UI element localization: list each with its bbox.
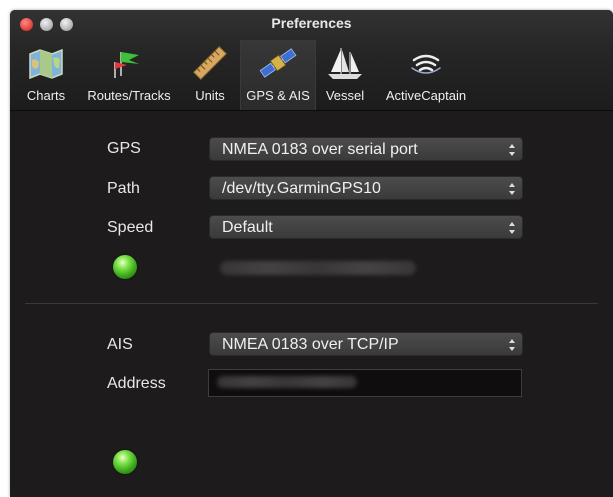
address-label: Address bbox=[107, 375, 166, 392]
gps-source-value: NMEA 0183 over serial port bbox=[222, 141, 418, 158]
updown-arrows-icon bbox=[509, 222, 515, 234]
gps-status-led bbox=[113, 255, 137, 279]
ruler-icon bbox=[193, 46, 227, 80]
section-divider bbox=[25, 303, 598, 304]
gps-source-select[interactable]: NMEA 0183 over serial port bbox=[209, 137, 523, 161]
toolbar-label-units: Units bbox=[195, 88, 225, 103]
wireless-waves-icon bbox=[411, 54, 441, 74]
address-value-redacted bbox=[217, 376, 357, 388]
toolbar-item-units[interactable]: Units bbox=[182, 40, 238, 110]
path-select[interactable]: /dev/tty.GarminGPS10 bbox=[209, 176, 523, 200]
path-value: /dev/tty.GarminGPS10 bbox=[222, 180, 381, 197]
map-icon bbox=[29, 48, 63, 80]
toolbar-item-gps-ais[interactable]: GPS & AIS bbox=[240, 40, 316, 110]
route-flags-icon bbox=[114, 52, 139, 78]
speed-label: Speed bbox=[107, 219, 154, 236]
gps-label: GPS bbox=[107, 140, 141, 157]
updown-arrows-icon bbox=[509, 144, 515, 156]
title-bar: Preferences Charts Routes/Tracks Units G… bbox=[10, 10, 613, 111]
toolbar-item-activecaptain[interactable]: ActiveCaptain bbox=[374, 40, 478, 110]
window-title: Preferences bbox=[271, 15, 352, 31]
toolbar-item-vessel[interactable]: Vessel bbox=[318, 40, 372, 110]
ais-source-value: NMEA 0183 over TCP/IP bbox=[222, 336, 399, 353]
sailboat-icon bbox=[328, 48, 362, 79]
toolbar-label-vessel: Vessel bbox=[325, 88, 365, 103]
toolbar-label-routes-tracks: Routes/Tracks bbox=[87, 88, 171, 103]
path-label: Path bbox=[107, 180, 140, 197]
updown-arrows-icon bbox=[509, 339, 515, 351]
toolbar-label-activecaptain: ActiveCaptain bbox=[385, 88, 467, 103]
gps-status-text-redacted bbox=[220, 261, 416, 275]
ais-status-led bbox=[113, 450, 137, 474]
speed-select[interactable]: Default bbox=[209, 215, 523, 239]
toolbar-item-charts[interactable]: Charts bbox=[16, 40, 76, 110]
ais-source-select[interactable]: NMEA 0183 over TCP/IP bbox=[209, 332, 523, 356]
ais-label: AIS bbox=[107, 336, 133, 353]
toolbar-label-charts: Charts bbox=[26, 88, 66, 103]
toolbar-item-routes-tracks[interactable]: Routes/Tracks bbox=[78, 40, 180, 110]
address-field[interactable] bbox=[208, 369, 522, 397]
satellite-icon bbox=[259, 48, 297, 78]
updown-arrows-icon bbox=[509, 183, 515, 195]
toolbar-label-gps-ais: GPS & AIS bbox=[246, 88, 310, 103]
speed-value: Default bbox=[222, 219, 273, 236]
preferences-window: Preferences Charts Routes/Tracks Units G… bbox=[10, 10, 613, 497]
